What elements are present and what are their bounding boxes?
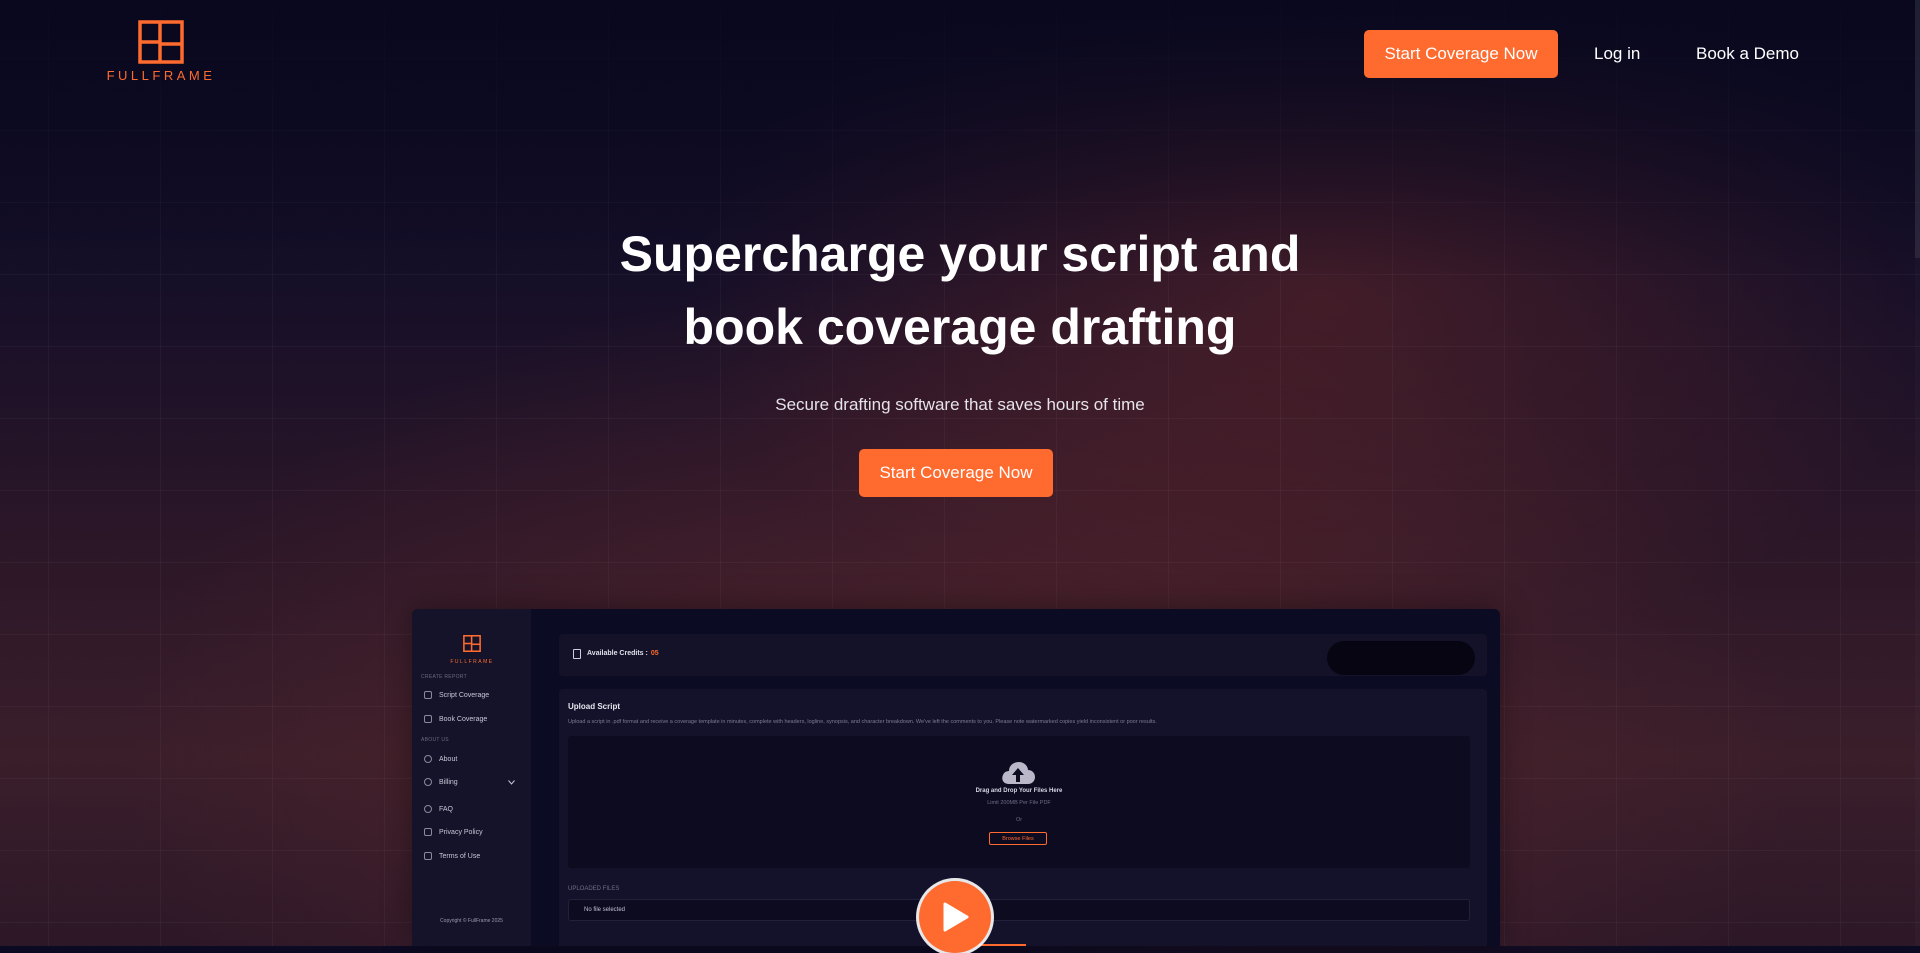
document-icon [424, 828, 432, 836]
preview-logo-mark-icon [463, 635, 481, 652]
nav-start-coverage-button[interactable]: Start Coverage Now [1364, 30, 1558, 78]
preview-upload-title: Upload Script [568, 702, 621, 711]
preview-browse-files-button: Browse Files [989, 832, 1047, 845]
scrollbar-thumb[interactable] [1915, 0, 1920, 258]
cloud-upload-icon [1002, 762, 1035, 784]
billing-icon [424, 778, 432, 786]
preview-menu-terms: Terms of Use [424, 852, 480, 860]
preview-upload-card: Upload Script Upload a script in .pdf fo… [559, 689, 1487, 946]
preview-menu-label: FAQ [439, 805, 454, 813]
hero-title: Supercharge your script and book coverag… [0, 218, 1920, 364]
preview-menu-label: Book Coverage [439, 715, 488, 723]
preview-logo: FULLFRAME [442, 635, 502, 665]
book-icon [424, 715, 432, 723]
preview-menu-script-coverage: Script Coverage [424, 691, 489, 699]
preview-menu-faq: FAQ [424, 805, 453, 813]
preview-credits-label: Available Credits : [587, 650, 648, 657]
preview-section-create: CREATE REPORT [421, 674, 467, 680]
preview-file-placeholder: No file selected [584, 907, 626, 913]
preview-uploaded-label: UPLOADED FILES [568, 886, 620, 892]
info-icon [424, 755, 432, 763]
hero-title-line-1: Supercharge your script and [619, 226, 1301, 282]
preview-menu-label: Privacy Policy [439, 828, 483, 836]
preview-menu-about: About [424, 755, 457, 763]
preview-drop-title: Drag and Drop Your Files Here [975, 788, 1063, 794]
preview-dropzone: Drag and Drop Your Files Here Limit 200M… [568, 736, 1470, 868]
preview-credits-value: 05 [650, 650, 659, 657]
preview-menu-billing: Billing [424, 778, 458, 786]
preview-menu-privacy: Privacy Policy [424, 828, 483, 836]
preview-credits: Available Credits :05 [587, 650, 659, 657]
hero-start-coverage-button[interactable]: Start Coverage Now [859, 449, 1053, 497]
preview-credits-bar: Available Credits :05 [559, 634, 1487, 676]
top-nav: Start Coverage Now Log in Book a Demo [0, 30, 1920, 78]
preview-menu-label: Script Coverage [439, 691, 490, 699]
play-icon [943, 902, 969, 932]
preview-drop-or: Or [1015, 817, 1023, 823]
preview-drop-limit: Limit 200MB Per File PDF [987, 800, 1051, 806]
book-demo-link[interactable]: Book a Demo [1696, 44, 1799, 64]
credits-icon [573, 649, 581, 659]
preview-sidebar: FULLFRAME CREATE REPORT Script Coverage … [412, 609, 531, 946]
preview-file-row: No file selected [568, 899, 1470, 921]
play-video-button[interactable] [919, 881, 991, 953]
preview-menu-label: Billing [439, 778, 458, 786]
login-link[interactable]: Log in [1594, 44, 1640, 64]
terms-icon [424, 852, 432, 860]
preview-menu-label: About [439, 755, 458, 763]
hero-title-line-2: book coverage drafting [683, 299, 1237, 355]
preview-upload-description: Upload a script in .pdf format and recei… [568, 719, 1157, 725]
preview-brand-name: FULLFRAME [450, 659, 494, 665]
chevron-down-icon [508, 780, 515, 785]
script-icon [424, 691, 432, 699]
preview-menu-label: Terms of Use [439, 852, 481, 860]
help-icon [424, 805, 432, 813]
preview-copyright: Copyright © FullFrame 2025 [440, 918, 503, 924]
preview-menu-book-coverage: Book Coverage [424, 715, 487, 723]
hero-subtitle: Secure drafting software that saves hour… [775, 395, 1145, 414]
page-scrollbar[interactable] [1915, 0, 1920, 946]
preview-profile-pill [1327, 641, 1475, 675]
preview-section-about: ABOUT US [421, 737, 449, 743]
